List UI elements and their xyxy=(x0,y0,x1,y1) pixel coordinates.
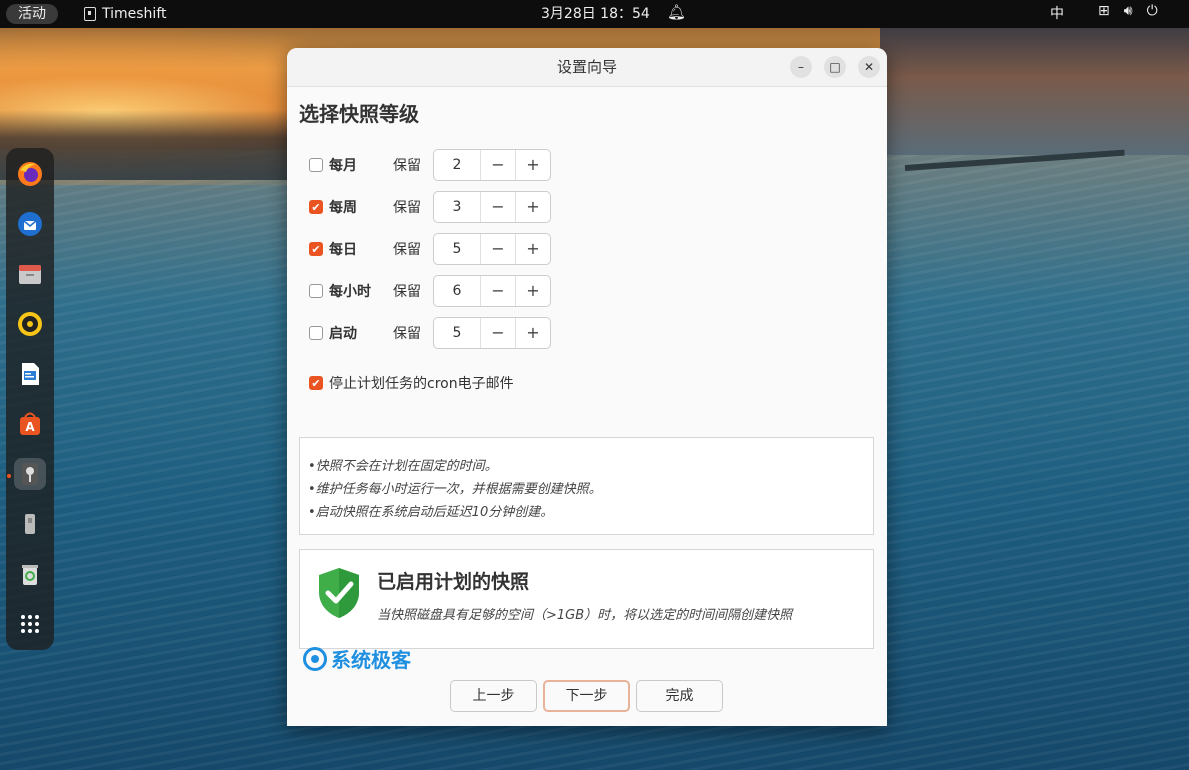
maximize-button[interactable]: □ xyxy=(824,56,846,78)
wallpaper-sky xyxy=(880,25,1189,155)
level-label: 每周 xyxy=(329,200,357,216)
level-label: 启动 xyxy=(329,326,357,342)
usb-drive-icon[interactable] xyxy=(14,508,46,540)
libreoffice-writer-icon[interactable] xyxy=(14,358,46,390)
monthly-count-stepper: 2 − + xyxy=(433,149,551,181)
decrement-button[interactable]: − xyxy=(481,276,516,306)
count-input[interactable]: 5 xyxy=(434,234,481,264)
level-label: 每日 xyxy=(329,242,357,258)
keep-label: 保留 xyxy=(393,200,421,216)
app-name: Timeshift xyxy=(102,6,167,22)
level-label: 每月 xyxy=(329,158,357,174)
level-row-weekly: ✔ 每周 保留 3 − + xyxy=(309,191,551,223)
keep-label: 保留 xyxy=(393,284,421,300)
level-row-monthly: 每月 保留 2 − + xyxy=(309,149,551,181)
keep-label: 保留 xyxy=(393,158,421,174)
system-tray[interactable]: ⊞ 🔊︎ ⏻ xyxy=(1098,3,1158,19)
increment-button[interactable]: + xyxy=(516,192,550,222)
monthly-checkbox[interactable] xyxy=(309,158,323,172)
count-input[interactable]: 2 xyxy=(434,150,481,180)
network-icon[interactable]: ⊞ xyxy=(1098,3,1110,19)
cron-email-label: 停止计划任务的cron电子邮件 xyxy=(329,376,514,392)
increment-button[interactable]: + xyxy=(516,150,550,180)
power-icon[interactable]: ⏻ xyxy=(1147,3,1158,19)
note-line: •维护任务每小时运行一次，并根据需要创建快照。 xyxy=(308,482,602,497)
close-button[interactable]: ✕ xyxy=(858,56,880,78)
decrement-button[interactable]: − xyxy=(481,318,516,348)
app-center-icon[interactable]: A xyxy=(14,408,46,440)
dock: A xyxy=(6,148,54,650)
show-apps-icon[interactable] xyxy=(14,608,46,640)
firefox-icon[interactable] xyxy=(14,158,46,190)
keep-label: 保留 xyxy=(393,326,421,342)
count-input[interactable]: 6 xyxy=(434,276,481,306)
activities-button[interactable]: 活动 xyxy=(6,4,58,24)
trash-icon[interactable] xyxy=(14,558,46,590)
previous-button[interactable]: 上一步 xyxy=(450,680,537,712)
minimize-button[interactable]: – xyxy=(790,56,812,78)
watermark-text: 系统极客 xyxy=(331,648,411,672)
watermark-logo-icon xyxy=(303,646,327,671)
increment-button[interactable]: + xyxy=(516,234,550,264)
hourly-count-stepper: 6 − + xyxy=(433,275,551,307)
volume-icon[interactable]: 🔊︎ xyxy=(1124,3,1133,19)
level-row-boot: 启动 保留 5 − + xyxy=(309,317,551,349)
watermark: 系统极客 xyxy=(303,644,411,673)
boot-count-stepper: 5 − + xyxy=(433,317,551,349)
top-bar: 活动 Timeshift 3月28日 18：54 🔔︎ 中 ⊞ 🔊︎ ⏻ xyxy=(0,0,1189,28)
files-icon[interactable] xyxy=(14,258,46,290)
status-panel: 已启用计划的快照 当快照磁盘具有足够的空间（>1GB）时，将以选定的时间间隔创建… xyxy=(299,549,874,649)
decrement-button[interactable]: − xyxy=(481,234,516,264)
running-indicator xyxy=(7,474,11,478)
rhythmbox-icon[interactable] xyxy=(14,308,46,340)
thunderbird-icon[interactable] xyxy=(14,208,46,240)
weekly-count-stepper: 3 − + xyxy=(433,191,551,223)
note-line: •启动快照在系统启动后延迟10分钟创建。 xyxy=(308,505,554,520)
svg-text:A: A xyxy=(25,420,35,434)
notes-panel: •快照不会在计划在固定的时间。 •维护任务每小时运行一次，并根据需要创建快照。 … xyxy=(299,437,874,535)
app-menu[interactable]: Timeshift xyxy=(84,4,167,24)
next-button[interactable]: 下一步 xyxy=(543,680,630,712)
decrement-button[interactable]: − xyxy=(481,192,516,222)
input-method-indicator[interactable]: 中 xyxy=(1050,4,1064,24)
note-line: •快照不会在计划在固定的时间。 xyxy=(308,459,498,474)
status-title: 已启用计划的快照 xyxy=(377,571,530,593)
hourly-checkbox[interactable] xyxy=(309,284,323,298)
keep-label: 保留 xyxy=(393,242,421,258)
status-description: 当快照磁盘具有足够的空间（>1GB）时，将以选定的时间间隔创建快照 xyxy=(377,608,793,623)
boot-checkbox[interactable] xyxy=(309,326,323,340)
weekly-checkbox[interactable]: ✔ xyxy=(309,200,323,214)
setup-wizard-window: 设置向导 – □ ✕ 选择快照等级 每月 保留 2 − + ✔ 每周 保留 3 … xyxy=(287,48,887,726)
cron-email-checkbox[interactable]: ✔ xyxy=(309,376,323,390)
clock[interactable]: 3月28日 18：54 xyxy=(541,4,650,24)
page-heading: 选择快照等级 xyxy=(299,102,419,126)
daily-checkbox[interactable]: ✔ xyxy=(309,242,323,256)
timeshift-dock-icon[interactable] xyxy=(14,458,46,490)
daily-count-stepper: 5 − + xyxy=(433,233,551,265)
level-row-hourly: 每小时 保留 6 − + xyxy=(309,275,551,307)
count-input[interactable]: 5 xyxy=(434,318,481,348)
level-row-daily: ✔ 每日 保留 5 − + xyxy=(309,233,551,265)
timeshift-icon xyxy=(84,7,96,21)
increment-button[interactable]: + xyxy=(516,276,550,306)
decrement-button[interactable]: − xyxy=(481,150,516,180)
increment-button[interactable]: + xyxy=(516,318,550,348)
count-input[interactable]: 3 xyxy=(434,192,481,222)
title-bar[interactable]: 设置向导 – □ ✕ xyxy=(287,48,887,87)
finish-button[interactable]: 完成 xyxy=(636,680,723,712)
cron-email-option: ✔ 停止计划任务的cron电子邮件 xyxy=(309,373,514,393)
shield-check-icon xyxy=(319,568,359,618)
level-label: 每小时 xyxy=(329,284,371,300)
notification-bell-icon[interactable]: 🔔︎ xyxy=(667,3,686,21)
